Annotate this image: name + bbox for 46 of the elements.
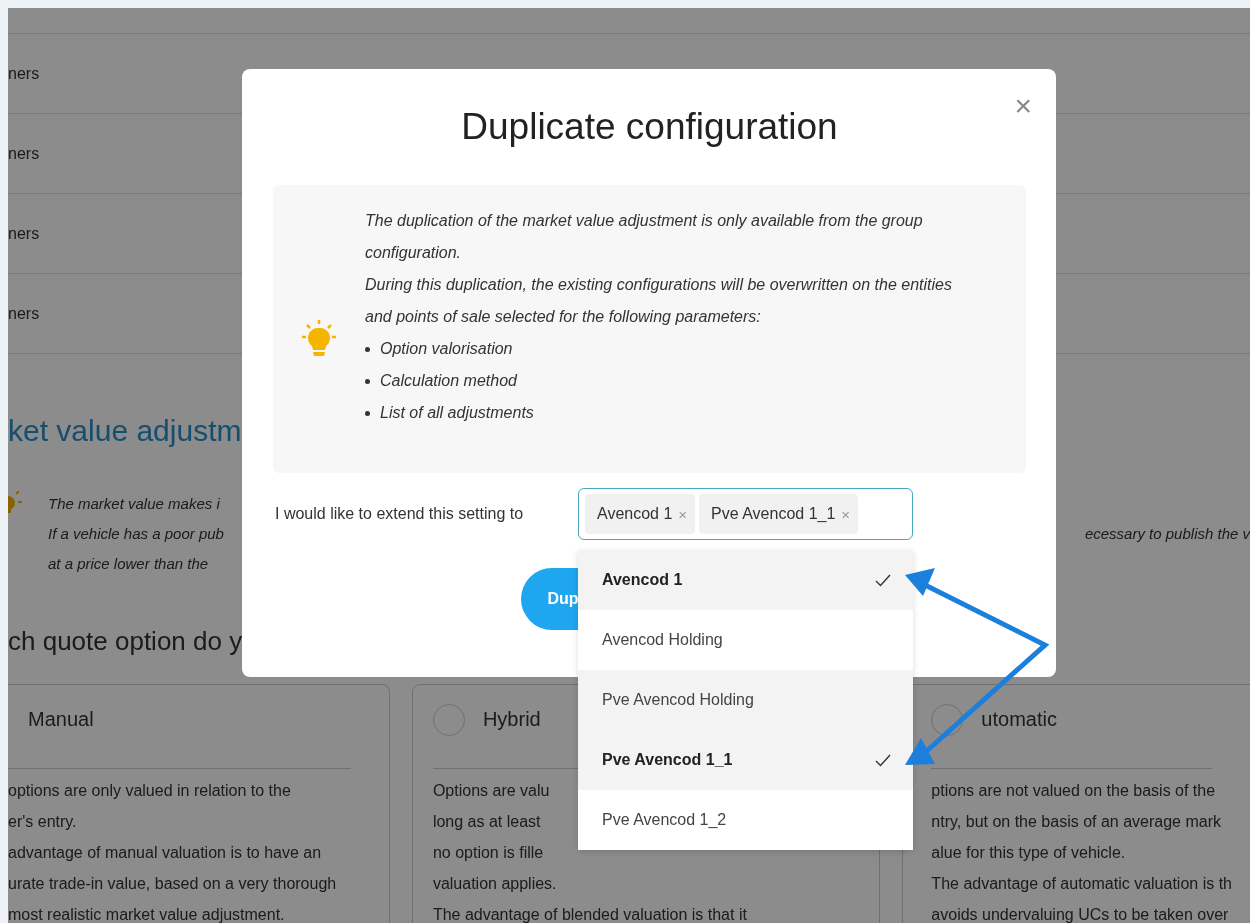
card-title: Manual	[28, 708, 94, 731]
table-cell: ners	[8, 224, 40, 243]
card-text: alue for this type of vehicle.	[931, 843, 1126, 863]
info-text: at a price lower than the	[48, 554, 210, 574]
check-icon	[875, 573, 891, 587]
close-button[interactable]: ×	[1014, 91, 1032, 121]
card-text: urate trade-in value, based on a very thorough	[8, 874, 337, 894]
bullet-text: List of all adjustments	[380, 403, 534, 423]
card-text: The advantage of blended valuation is that it	[432, 905, 747, 923]
table-cell: ners	[8, 144, 40, 163]
dropdown-option[interactable]: Pve Avencod 1_1	[578, 730, 913, 790]
lightbulb-icon	[302, 320, 336, 358]
table-cell: ners	[8, 64, 40, 83]
dropdown-option[interactable]: Pve Avencod 1_2	[578, 790, 913, 850]
info-text: If a vehicle has a poor pub	[48, 524, 224, 544]
info-text: During this duplication, the existing configurations will be overwritten on the entities and points of sale selected for the following parameters:	[365, 275, 953, 327]
card-text: Options are valu	[432, 781, 550, 801]
info-text: The duplication of the market value adjustment is only available from the group configuration.	[365, 211, 924, 263]
info-text: The market value makes i	[48, 494, 221, 514]
modal-title: Duplicate configuration	[461, 105, 838, 149]
bullet-text: Calculation method	[380, 371, 517, 391]
card-text: no option is fille	[432, 843, 544, 863]
dropdown-option[interactable]: Pve Avencod Holding	[578, 670, 913, 730]
card-title: Hybrid	[482, 708, 541, 731]
field-label: I would like to extend this setting to	[275, 505, 525, 523]
card-text: er's entry.	[8, 812, 77, 832]
card-text: ptions are not valued on the basis of the	[931, 781, 1216, 801]
section-title: ket value adjustm	[8, 413, 242, 448]
question-title: ch quote option do y	[8, 626, 243, 656]
card-text: advantage of manual valuation is to have an	[8, 843, 322, 863]
tag-label: Pve Avencod 1_1	[711, 505, 836, 523]
card-text: ntry, but on the basis of an average mark	[931, 812, 1221, 832]
dropdown-option[interactable]: Avencod 1	[578, 550, 913, 610]
card-title: utomatic	[981, 708, 1057, 731]
info-text: ecessary to publish the v	[1084, 524, 1250, 544]
card-text: valuation applies.	[432, 874, 557, 894]
tag-label: Avencod 1	[597, 505, 673, 523]
dropdown-option[interactable]: Avencod Holding	[578, 610, 913, 670]
bullet-text: Option valorisation	[380, 339, 513, 359]
check-icon	[875, 753, 891, 767]
card-text: most realistic market value adjustment.	[8, 905, 285, 923]
card-text: options are only valued in relation to the	[8, 781, 291, 801]
card-text: The advantage of automatic valuation is th	[931, 874, 1232, 894]
card-text: long as at least	[432, 812, 541, 832]
card-text: avoids undervaluing UCs to be taken over	[931, 905, 1229, 923]
table-cell: ners	[8, 304, 40, 323]
